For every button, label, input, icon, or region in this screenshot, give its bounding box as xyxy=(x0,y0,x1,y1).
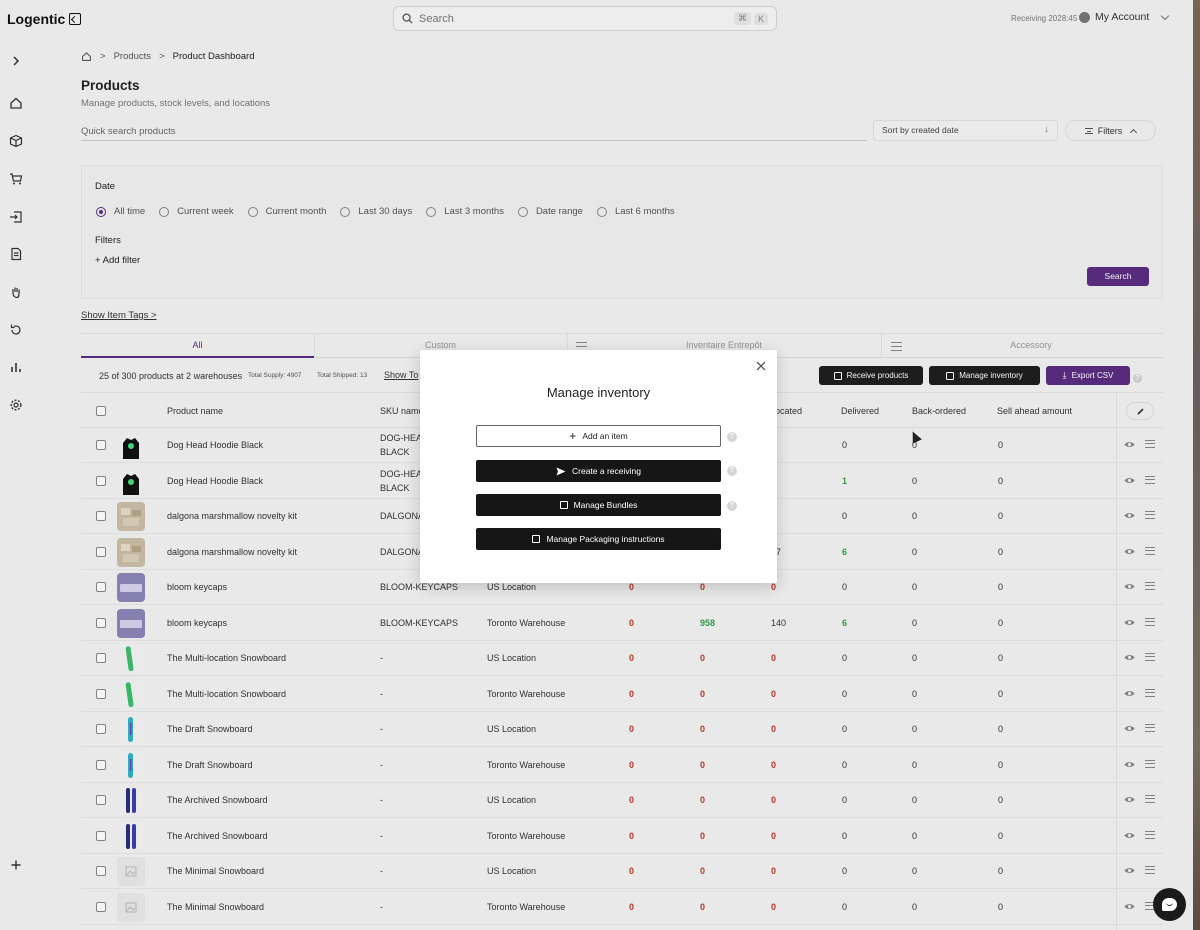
help-icon[interactable]: ? xyxy=(727,466,737,476)
create-receiving-button[interactable]: Create a receiving xyxy=(476,460,721,482)
box-icon xyxy=(559,501,568,509)
manage-packaging-label: Manage Packaging instructions xyxy=(546,534,665,544)
box-icon xyxy=(532,535,541,543)
close-icon[interactable] xyxy=(755,360,767,372)
add-item-button[interactable]: + Add an item xyxy=(476,425,721,447)
add-item-label: Add an item xyxy=(582,431,628,441)
chat-launcher[interactable] xyxy=(1153,888,1186,921)
chat-icon xyxy=(1162,898,1177,911)
help-icon[interactable]: ? xyxy=(727,432,737,442)
modal-title: Manage inventory xyxy=(546,385,651,400)
manage-bundles-label: Manage Bundles xyxy=(573,500,638,510)
manage-inventory-modal: Manage inventory + Add an item ? Create … xyxy=(420,350,777,583)
create-receiving-label: Create a receiving xyxy=(572,466,641,476)
send-icon xyxy=(556,467,566,475)
plus-icon: + xyxy=(569,429,577,443)
help-icon[interactable]: ? xyxy=(727,501,737,511)
manage-packaging-button[interactable]: Manage Packaging instructions xyxy=(476,528,721,550)
manage-bundles-button[interactable]: Manage Bundles xyxy=(476,494,721,516)
